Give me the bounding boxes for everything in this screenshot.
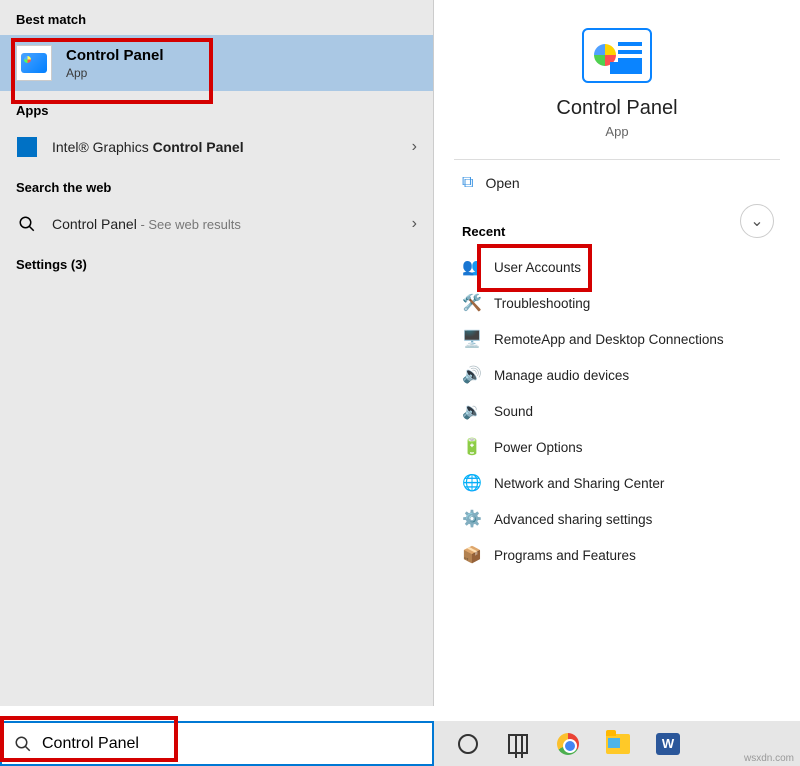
recent-advanced-sharing[interactable]: ⚙️Advanced sharing settings [434,501,800,537]
preview-title: Control Panel [556,97,677,120]
expand-chevron-button[interactable]: ⌄ [740,204,774,238]
word-taskbar-button[interactable]: W [646,725,690,763]
chrome-taskbar-button[interactable] [546,725,590,763]
sound-icon: 🔉 [462,401,482,421]
cortana-icon [458,734,478,754]
apps-header: Apps [0,91,433,126]
recent-troubleshooting[interactable]: 🛠️Troubleshooting [434,285,800,321]
audio-icon: 🔊 [462,365,482,385]
troubleshooting-icon: 🛠️ [462,293,482,313]
intel-icon [16,136,38,158]
best-match-subtitle: App [66,66,164,80]
word-icon: W [656,733,680,755]
watermark: wsxdn.com [744,753,794,764]
best-match-header: Best match [0,0,433,35]
recent-remoteapp[interactable]: 🖥️RemoteApp and Desktop Connections [434,321,800,357]
control-panel-large-icon [582,28,652,83]
app-intel-graphics-control-panel[interactable]: Intel® Graphics Control Panel › [0,126,433,168]
recent-programs-features[interactable]: 📦Programs and Features [434,537,800,573]
chevron-down-icon: ⌄ [750,211,763,231]
sharing-icon: ⚙️ [462,509,482,529]
task-view-icon [508,734,528,754]
programs-icon: 📦 [462,545,482,565]
recent-sound[interactable]: 🔉Sound [434,393,800,429]
user-accounts-icon: 👥 [462,257,482,277]
power-icon: 🔋 [462,437,482,457]
best-match-title: Control Panel [66,47,164,64]
web-term: Control Panel [52,216,137,232]
recent-manage-audio[interactable]: 🔊Manage audio devices [434,357,800,393]
network-icon: 🌐 [462,473,482,493]
control-panel-icon [16,45,52,81]
app-label: Intel® Graphics Control Panel [52,139,412,155]
chevron-right-icon: › [412,215,417,233]
search-results-panel: Best match Control Panel App Apps Intel®… [0,0,434,706]
web-result-control-panel[interactable]: Control Panel - See web results › [0,203,433,245]
task-view-button[interactable] [496,725,540,763]
chrome-icon [557,733,579,755]
search-icon [14,735,32,753]
web-suffix: - See web results [137,217,241,232]
settings-header[interactable]: Settings (3) [0,245,433,284]
preview-panel: Control Panel App ⧉ Open ⌄ Recent 👥User … [434,0,800,706]
open-icon: ⧉ [462,174,473,192]
file-explorer-icon [606,734,630,754]
preview-subtitle: App [605,124,628,139]
chevron-right-icon: › [412,138,417,156]
remoteapp-icon: 🖥️ [462,329,482,349]
taskbar-search-box[interactable] [0,721,434,766]
recent-user-accounts[interactable]: 👥User Accounts [434,249,800,285]
search-input[interactable] [42,735,420,753]
recent-list: 👥User Accounts 🛠️Troubleshooting 🖥️Remot… [434,249,800,573]
search-web-header: Search the web [0,168,433,203]
taskbar: W [0,721,800,766]
search-icon [16,213,38,235]
cortana-button[interactable] [446,725,490,763]
open-label: Open [485,175,519,191]
file-explorer-taskbar-button[interactable] [596,725,640,763]
recent-power-options[interactable]: 🔋Power Options [434,429,800,465]
recent-network-sharing[interactable]: 🌐Network and Sharing Center [434,465,800,501]
best-match-control-panel[interactable]: Control Panel App [0,35,433,91]
open-action[interactable]: ⧉ Open [434,160,800,206]
